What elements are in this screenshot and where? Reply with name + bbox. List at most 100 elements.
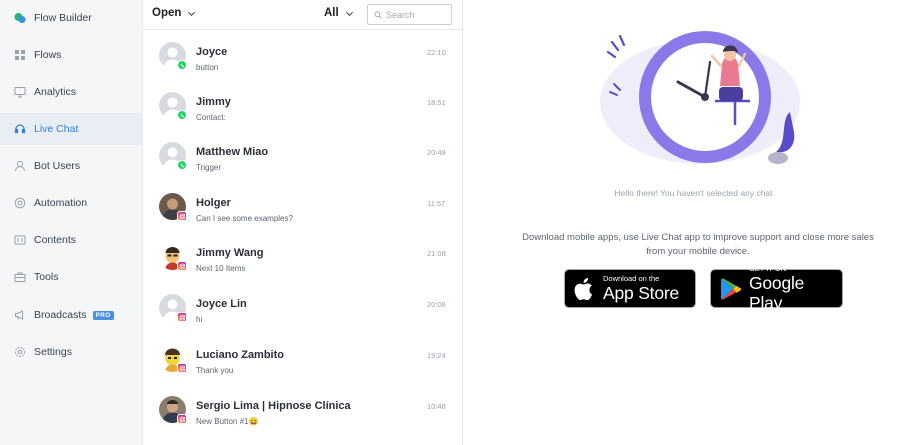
clock-illustration <box>600 31 800 164</box>
avatar <box>159 92 187 120</box>
google-play-button[interactable]: GET IT ON Google Play <box>710 264 843 313</box>
status-filter-dropdown[interactable]: Open <box>152 7 196 19</box>
google-play-icon <box>720 277 742 300</box>
contact-name: Jimmy <box>196 96 231 108</box>
avatar <box>159 243 187 271</box>
sidebar-item-label: Settings <box>34 346 72 358</box>
user-icon <box>14 160 26 172</box>
sidebar-item-label: Tools <box>34 271 59 283</box>
sidebar-item-label: Automation <box>34 197 88 209</box>
contact-name: Jimmy Wang <box>196 247 264 259</box>
sidebar-item-flows[interactable]: Flows <box>0 39 143 71</box>
search-input[interactable] <box>386 9 446 20</box>
monitor-icon <box>14 86 26 98</box>
sidebar-item-label: Flow Builder <box>34 12 92 24</box>
contact-name: Joyce <box>196 46 228 58</box>
message-time: 11:57 <box>427 199 446 208</box>
apple-icon <box>574 277 593 300</box>
message-time: 19:24 <box>427 351 446 360</box>
avatar <box>159 396 187 424</box>
app-store-big-text: App Store <box>603 282 680 303</box>
sidebar-item-tools[interactable]: Tools <box>0 261 143 293</box>
contact-name: Joyce Lin <box>196 298 247 310</box>
whatsapp-icon <box>177 110 187 120</box>
sidebar-item-broadcasts[interactable]: Broadcasts PRO <box>0 299 143 331</box>
sidebar-item-label: Broadcasts <box>34 309 87 321</box>
search-box[interactable] <box>367 4 452 25</box>
avatar <box>159 42 187 70</box>
chat-row[interactable]: Joyce button 22:10 <box>143 34 462 84</box>
instagram-icon <box>177 312 187 322</box>
chevron-down-icon <box>345 11 353 16</box>
chat-row[interactable]: Sergio Lima | Hipnose Clínica New Button… <box>143 388 462 438</box>
message-preview: button <box>196 63 219 72</box>
automation-icon <box>14 197 26 209</box>
google-play-big-text: Google Play <box>748 272 805 313</box>
grid-icon <box>14 49 26 61</box>
sidebar-item-label: Contents <box>34 234 77 246</box>
message-time: 18:51 <box>427 98 446 107</box>
instagram-icon <box>177 261 187 271</box>
instagram-icon <box>177 363 187 373</box>
empty-state-message: Hello there! You haven't selected any ch… <box>614 188 773 198</box>
headset-icon <box>14 123 26 135</box>
app-store-button[interactable]: Download on the App Store <box>564 269 696 308</box>
avatar <box>159 193 187 221</box>
whatsapp-icon <box>177 160 187 170</box>
pro-badge: PRO <box>92 310 114 320</box>
sidebar-item-label: Analytics <box>34 86 77 98</box>
message-preview: Contact: <box>196 113 226 122</box>
chevron-down-icon <box>188 11 196 16</box>
sidebar-item-flow-builder[interactable]: Flow Builder <box>0 2 143 34</box>
contact-name: Holger <box>196 197 231 209</box>
chat-row[interactable]: Holger Can I see some examples? 11:57 <box>143 185 462 235</box>
avatar <box>159 142 187 170</box>
message-preview: Next 10 Items <box>196 264 246 273</box>
message-time: 20:08 <box>427 300 446 309</box>
gear-icon <box>14 346 26 358</box>
scope-filter-label: All <box>324 7 339 19</box>
chat-row[interactable]: Matthew Miao Trigger 20:48 <box>143 134 462 184</box>
avatar <box>159 294 187 322</box>
contact-name: Matthew Miao <box>196 146 269 158</box>
search-icon <box>374 11 382 19</box>
contact-name: Sergio Lima | Hipnose Clínica <box>196 400 351 412</box>
download-apps-message: Download mobile apps, use Live Chat app … <box>522 232 874 257</box>
sidebar-item-label: Live Chat <box>34 123 79 135</box>
sidebar-item-label: Bot Users <box>34 160 81 172</box>
message-preview: Thank you <box>196 366 234 375</box>
megaphone-icon <box>14 309 26 321</box>
chat-row[interactable]: Luciano Zambito Thank you 19:24 <box>143 337 462 387</box>
message-time: 22:10 <box>427 48 446 57</box>
sidebar-item-settings[interactable]: Settings <box>0 336 143 368</box>
sidebar-item-bot-users[interactable]: Bot Users <box>0 150 143 182</box>
app-store-small-text: Download on the <box>603 273 660 283</box>
message-time: 10:48 <box>427 402 446 411</box>
message-preview: hi <box>196 315 203 324</box>
message-time: 21:08 <box>427 249 446 258</box>
message-preview: Can I see some examples? <box>196 214 293 223</box>
chat-list-header: Open All <box>143 0 462 30</box>
status-filter-label: Open <box>152 7 182 19</box>
sidebar-item-label: Flows <box>34 49 62 61</box>
message-time: 20:48 <box>427 148 446 157</box>
chat-row[interactable]: Jimmy Contact: 18:51 <box>143 84 462 134</box>
whatsapp-icon <box>177 60 187 70</box>
scope-filter-dropdown[interactable]: All <box>324 7 354 19</box>
sidebar-item-contents[interactable]: Contents <box>0 224 143 256</box>
sidebar-item-automation[interactable]: Automation <box>0 187 143 219</box>
message-preview: New Button #1😄 <box>196 417 259 426</box>
sidebar-item-analytics[interactable]: Analytics <box>0 76 143 108</box>
sidebar: Flow Builder Flows Analytics Live Chat B… <box>0 0 143 445</box>
avatar <box>159 345 187 373</box>
contact-name: Luciano Zambito <box>196 349 284 361</box>
chat-detail-pane: Hello there! You haven't selected any ch… <box>463 0 924 445</box>
chat-row[interactable]: Joyce Lin hi 20:08 <box>143 286 462 336</box>
google-play-small-text: GET IT ON <box>748 263 787 273</box>
toolbox-icon <box>14 271 26 283</box>
instagram-icon <box>177 414 187 424</box>
message-preview: Trigger <box>196 163 222 172</box>
chat-row[interactable]: Jimmy Wang Next 10 Items 21:08 <box>143 235 462 285</box>
sidebar-item-live-chat[interactable]: Live Chat <box>0 113 143 145</box>
contents-icon <box>14 234 26 246</box>
